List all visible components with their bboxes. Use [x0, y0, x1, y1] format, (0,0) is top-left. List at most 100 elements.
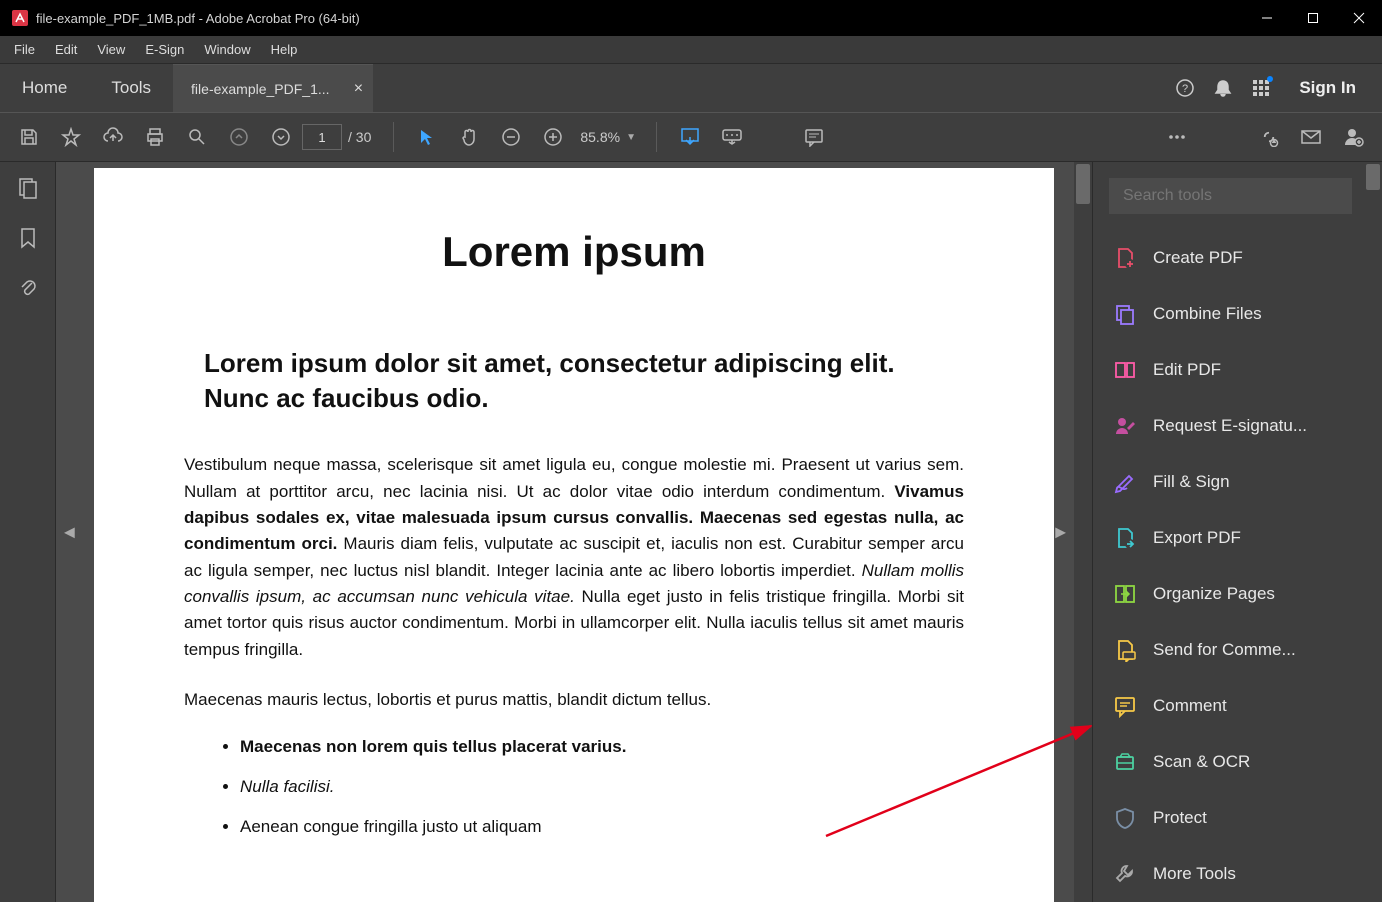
minimize-button[interactable] — [1244, 0, 1290, 36]
zoom-dropdown-icon[interactable]: ▼ — [626, 132, 636, 143]
tool-label: Request E-signatu... — [1153, 416, 1307, 436]
prev-page-caret-icon[interactable]: ◀ — [60, 514, 79, 551]
page-up-icon[interactable] — [218, 117, 260, 157]
cloud-upload-icon[interactable] — [92, 117, 134, 157]
print-icon[interactable] — [134, 117, 176, 157]
zoom-in-icon[interactable] — [532, 117, 574, 157]
tool-icon — [1113, 246, 1137, 270]
tool-label: Comment — [1153, 696, 1227, 716]
next-page-caret-icon[interactable]: ▶ — [1051, 514, 1070, 551]
toolbar-divider — [656, 122, 657, 152]
tools-scrollbar[interactable] — [1364, 162, 1382, 902]
tool-icon — [1113, 806, 1137, 830]
zoom-out-icon[interactable] — [490, 117, 532, 157]
tool-item-organize-pages[interactable]: Organize Pages — [1109, 566, 1374, 622]
tool-item-fill-sign[interactable]: Fill & Sign — [1109, 454, 1374, 510]
more-tools-icon[interactable] — [1156, 117, 1198, 157]
search-tools-input[interactable] — [1123, 187, 1338, 205]
tool-label: Export PDF — [1153, 528, 1241, 548]
menu-help[interactable]: Help — [261, 38, 308, 61]
tool-item-edit-pdf[interactable]: Edit PDF — [1109, 342, 1374, 398]
notification-dot-icon — [1267, 76, 1273, 82]
tool-label: Combine Files — [1153, 304, 1262, 324]
doc-list-item: Maecenas non lorem quis tellus placerat … — [240, 737, 964, 757]
tool-label: Organize Pages — [1153, 584, 1275, 604]
acrobat-app-icon — [12, 10, 28, 26]
hand-tool-icon[interactable] — [448, 117, 490, 157]
toolbar: / 30 85.8% ▼ — [0, 112, 1382, 162]
tool-icon — [1113, 414, 1137, 438]
tool-label: Scan & OCR — [1153, 752, 1250, 772]
menu-file[interactable]: File — [4, 38, 45, 61]
tab-tools[interactable]: Tools — [89, 64, 173, 112]
tool-icon — [1113, 862, 1137, 886]
thumbnails-icon[interactable] — [14, 174, 42, 202]
tool-icon — [1113, 638, 1137, 662]
tool-icon — [1113, 694, 1137, 718]
save-icon[interactable] — [8, 117, 50, 157]
window-title: file-example_PDF_1MB.pdf - Adobe Acrobat… — [36, 11, 1244, 26]
bell-icon[interactable] — [1207, 72, 1239, 104]
menubar: File Edit View E-Sign Window Help — [0, 36, 1382, 64]
tool-icon — [1113, 358, 1137, 382]
tool-label: Create PDF — [1153, 248, 1243, 268]
share-link-icon[interactable] — [1248, 117, 1290, 157]
pdf-page: Lorem ipsum Lorem ipsum dolor sit amet, … — [94, 168, 1054, 902]
sticky-note-icon[interactable] — [793, 117, 835, 157]
tab-document[interactable]: file-example_PDF_1... × — [173, 64, 373, 112]
page-number-input[interactable] — [302, 124, 342, 150]
selection-tool-icon[interactable] — [406, 117, 448, 157]
tool-label: Fill & Sign — [1153, 472, 1230, 492]
tool-icon — [1113, 302, 1137, 326]
toolbar-divider — [393, 122, 394, 152]
read-mode-icon[interactable] — [711, 117, 753, 157]
tab-close-icon[interactable]: × — [354, 80, 363, 98]
tool-item-export-pdf[interactable]: Export PDF — [1109, 510, 1374, 566]
tool-icon — [1113, 470, 1137, 494]
help-icon[interactable]: ? — [1169, 72, 1201, 104]
left-navigation-rail — [0, 162, 56, 902]
menu-edit[interactable]: Edit — [45, 38, 87, 61]
email-icon[interactable] — [1290, 117, 1332, 157]
tool-item-combine-files[interactable]: Combine Files — [1109, 286, 1374, 342]
menu-window[interactable]: Window — [194, 38, 260, 61]
tab-document-label: file-example_PDF_1... — [191, 81, 330, 97]
apps-icon[interactable] — [1245, 72, 1277, 104]
window-titlebar: file-example_PDF_1MB.pdf - Adobe Acrobat… — [0, 0, 1382, 36]
doc-list-item: Aenean congue fringilla justo ut aliquam — [240, 817, 964, 837]
tool-label: More Tools — [1153, 864, 1236, 884]
search-tools-box[interactable] — [1109, 178, 1352, 214]
zoom-value-label: 85.8% — [580, 129, 620, 145]
page-total-label: / 30 — [348, 129, 371, 145]
document-scrollbar[interactable] — [1074, 162, 1092, 902]
menu-view[interactable]: View — [87, 38, 135, 61]
svg-text:?: ? — [1182, 83, 1188, 95]
tab-home[interactable]: Home — [0, 64, 89, 112]
doc-paragraph-2: Maecenas mauris lectus, lobortis et puru… — [184, 687, 964, 713]
bookmarks-icon[interactable] — [14, 224, 42, 252]
tabbar: Home Tools file-example_PDF_1... × ? Sig… — [0, 64, 1382, 112]
tool-item-scan-ocr[interactable]: Scan & OCR — [1109, 734, 1374, 790]
find-icon[interactable] — [176, 117, 218, 157]
fit-width-icon[interactable] — [669, 117, 711, 157]
tool-item-create-pdf[interactable]: Create PDF — [1109, 230, 1374, 286]
tool-label: Send for Comme... — [1153, 640, 1296, 660]
share-people-icon[interactable] — [1332, 117, 1374, 157]
star-icon[interactable] — [50, 117, 92, 157]
tool-item-more-tools[interactable]: More Tools — [1109, 846, 1374, 902]
tools-panel: Create PDF Combine Files Edit PDF Request E… — [1092, 162, 1382, 902]
tool-label: Edit PDF — [1153, 360, 1221, 380]
tool-item-comment[interactable]: Comment — [1109, 678, 1374, 734]
page-down-icon[interactable] — [260, 117, 302, 157]
attachments-icon[interactable] — [14, 274, 42, 302]
close-button[interactable] — [1336, 0, 1382, 36]
sign-in-button[interactable]: Sign In — [1283, 78, 1372, 98]
maximize-button[interactable] — [1290, 0, 1336, 36]
tool-item-protect[interactable]: Protect — [1109, 790, 1374, 846]
menu-esign[interactable]: E-Sign — [135, 38, 194, 61]
tool-item-request-e-signatu[interactable]: Request E-signatu... — [1109, 398, 1374, 454]
tool-item-send-for-comme[interactable]: Send for Comme... — [1109, 622, 1374, 678]
document-viewport[interactable]: ◀ ▶ Lorem ipsum Lorem ipsum dolor sit am… — [56, 162, 1092, 902]
doc-list-item: Nulla facilisi. — [240, 777, 964, 797]
doc-subtitle: Lorem ipsum dolor sit amet, consectetur … — [184, 346, 964, 416]
